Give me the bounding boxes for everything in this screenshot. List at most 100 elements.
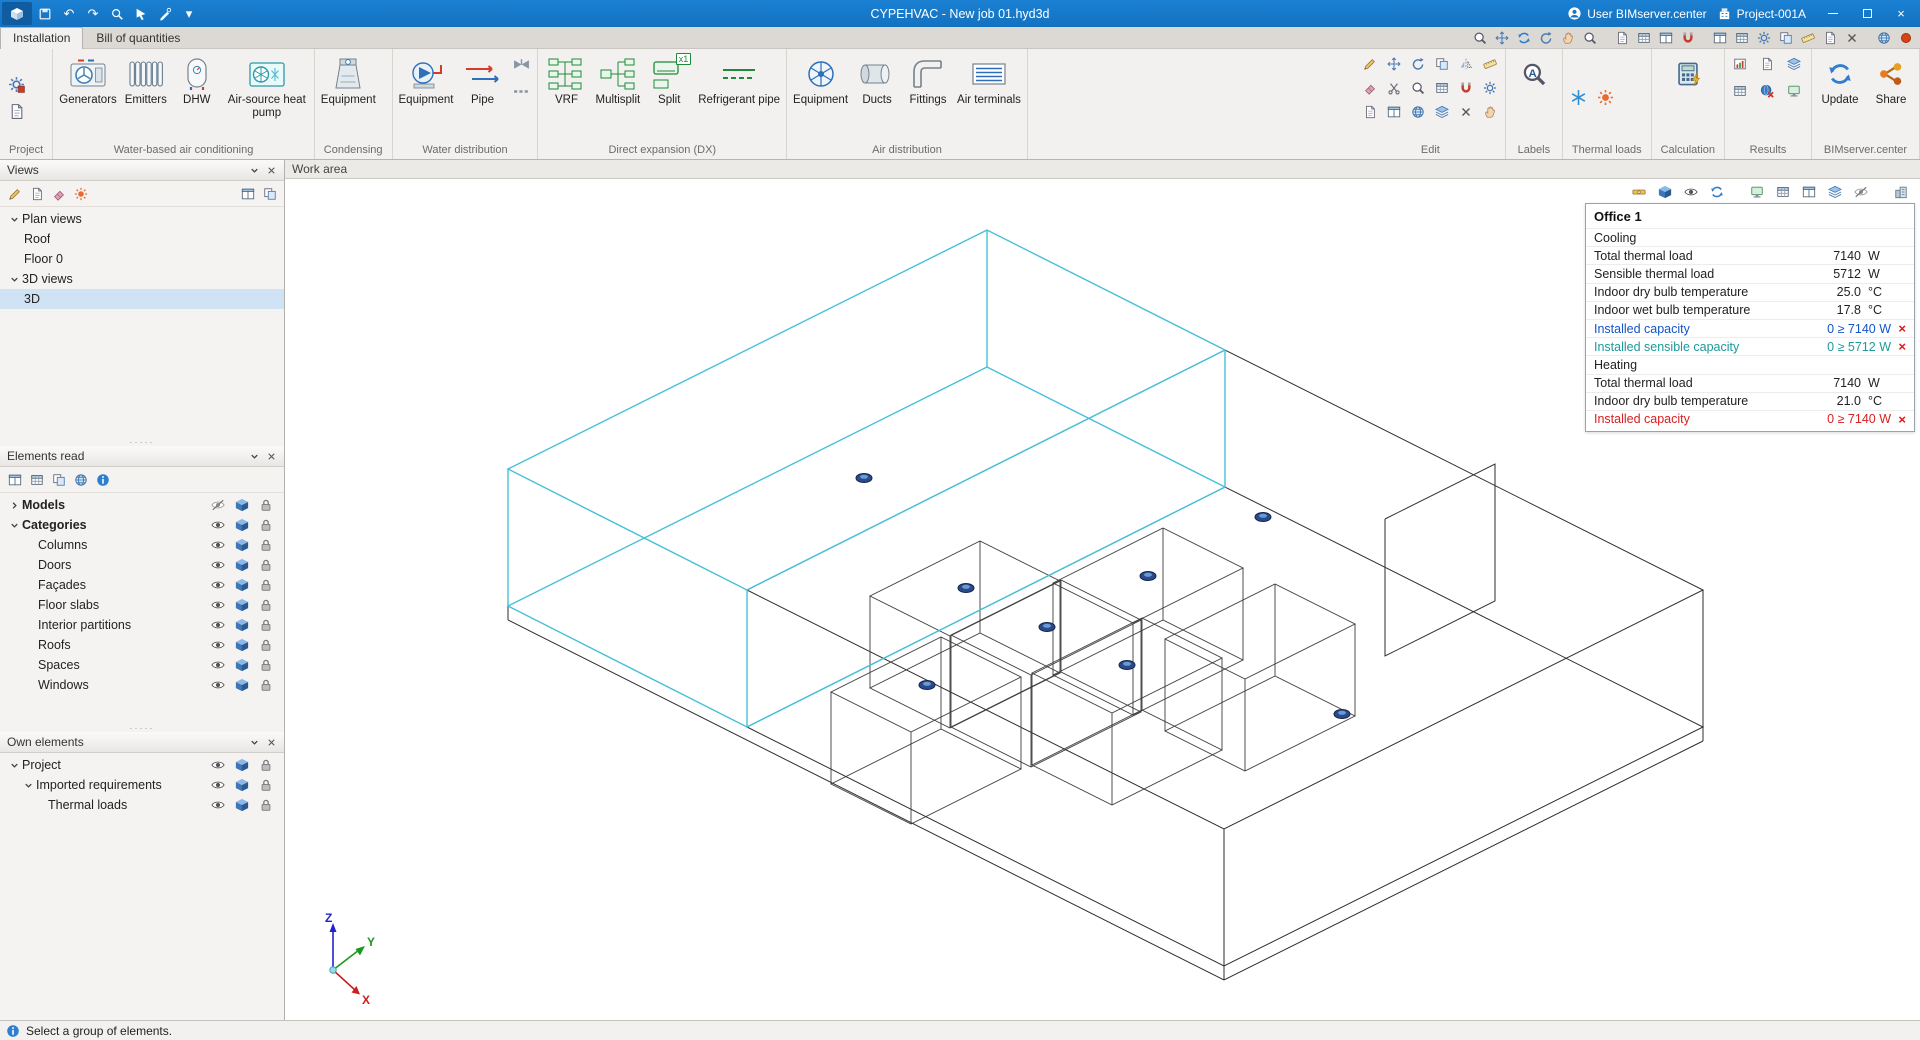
3d-toggle[interactable]: [234, 637, 250, 653]
tree-item-categories[interactable]: Categories: [0, 515, 284, 535]
selection-table-icon[interactable]: [48, 469, 69, 490]
quick-access-caret-icon[interactable]: ▾: [178, 3, 200, 25]
labels-button[interactable]: A: [1509, 52, 1559, 96]
chevron-right-icon[interactable]: [6, 497, 22, 513]
reference-icon[interactable]: [1407, 100, 1430, 123]
element-info-icon[interactable]: [92, 469, 113, 490]
previous-zoom-icon[interactable]: [1536, 28, 1556, 47]
symmetry-icon[interactable]: [1455, 52, 1478, 75]
tree-item-floor-slabs[interactable]: Floor slabs: [0, 595, 284, 615]
grid-settings-icon[interactable]: [1732, 28, 1752, 47]
pipe-button[interactable]: Pipe: [457, 52, 507, 109]
zoom-edit-icon[interactable]: [1407, 76, 1430, 99]
tree-item-doors[interactable]: Doors: [0, 555, 284, 575]
group-icon[interactable]: [1431, 100, 1454, 123]
record-icon[interactable]: [1896, 28, 1916, 47]
pipe-insulation-icon[interactable]: [508, 79, 534, 103]
view-cube-icon[interactable]: [1654, 182, 1676, 202]
split-element-icon[interactable]: [1383, 100, 1406, 123]
valve-icon[interactable]: [508, 52, 534, 76]
visibility-toggle[interactable]: [210, 657, 226, 673]
measure-edit-icon[interactable]: [1479, 52, 1502, 75]
copy-icon[interactable]: [1431, 52, 1454, 75]
pointer-tool-icon[interactable]: [130, 3, 152, 25]
assign-icon[interactable]: [1359, 100, 1382, 123]
3d-toggle[interactable]: [234, 517, 250, 533]
views-collapse-icon[interactable]: [246, 162, 263, 179]
redo-icon[interactable]: ↷: [82, 3, 104, 25]
panel-splitter[interactable]: ·····: [0, 724, 284, 733]
visibility-toggle[interactable]: [210, 677, 226, 693]
move-icon[interactable]: [1383, 52, 1406, 75]
comments-icon[interactable]: [1820, 28, 1840, 47]
views-close-icon[interactable]: [263, 162, 280, 179]
visibility-toggle[interactable]: [210, 637, 226, 653]
layers-icon[interactable]: [1824, 182, 1846, 202]
tree-item-3d-views[interactable]: 3D views: [0, 269, 284, 289]
air-terminals-button[interactable]: Air terminals: [954, 52, 1024, 109]
link-columns-icon[interactable]: [4, 469, 25, 490]
3d-toggle[interactable]: [234, 577, 250, 593]
own-close-icon[interactable]: [263, 734, 280, 751]
results-monitor-icon[interactable]: [1782, 79, 1805, 102]
lock-toggle[interactable]: [258, 617, 274, 633]
close-button[interactable]: ×: [1884, 1, 1918, 26]
elements-close-icon[interactable]: [263, 448, 280, 465]
heating-installed-capacity-row[interactable]: Installed capacity 0 ≥ 7140 W ×: [1586, 409, 1914, 428]
lock-toggle[interactable]: [258, 657, 274, 673]
refresh-view-icon[interactable]: [1514, 28, 1534, 47]
undo-icon[interactable]: ↶: [58, 3, 80, 25]
3d-toggle[interactable]: [234, 657, 250, 673]
draw-icon[interactable]: [1359, 52, 1382, 75]
lock-toggle[interactable]: [258, 517, 274, 533]
visibility-toggle[interactable]: [210, 797, 226, 813]
thermal-load-markers[interactable]: [855, 473, 1351, 719]
tree-item-columns[interactable]: Columns: [0, 535, 284, 555]
print-icon[interactable]: [1612, 28, 1632, 47]
water-equipment-button[interactable]: Equipment: [396, 52, 457, 109]
edit-settings-icon[interactable]: [154, 3, 176, 25]
report-icon[interactable]: [1656, 28, 1676, 47]
emitters-button[interactable]: Emitters: [121, 52, 171, 109]
search-icon[interactable]: [106, 3, 128, 25]
hide-elements-icon[interactable]: [1850, 182, 1872, 202]
3d-toggle[interactable]: [234, 617, 250, 633]
installed-capacity-row[interactable]: Installed capacity 0 ≥ 7140 W ×: [1586, 318, 1914, 337]
panel-splitter[interactable]: ·····: [0, 438, 284, 447]
visibility-toggle[interactable]: [210, 577, 226, 593]
tree-item-models[interactable]: Models: [0, 495, 284, 515]
measure-icon[interactable]: [1798, 28, 1818, 47]
trim-icon[interactable]: [1383, 76, 1406, 99]
calculate-button[interactable]: [1663, 52, 1713, 96]
vrf-button[interactable]: VRF: [541, 52, 591, 109]
snap-icon[interactable]: [1455, 76, 1478, 99]
building-model-icon[interactable]: [1890, 182, 1912, 202]
plumb-level-icon[interactable]: [1628, 182, 1650, 202]
share-button[interactable]: Share: [1866, 52, 1916, 109]
visibility-options-icon[interactable]: [1680, 182, 1702, 202]
tree-item-project[interactable]: Project: [0, 755, 284, 775]
bim-globe-icon[interactable]: [1874, 28, 1894, 47]
tree-item-floor-0[interactable]: Floor 0: [0, 249, 284, 269]
save-icon[interactable]: [34, 3, 56, 25]
tree-item-interior-partitions[interactable]: Interior partitions: [0, 615, 284, 635]
multisplit-button[interactable]: Multisplit: [592, 52, 643, 109]
edit-view-icon[interactable]: [4, 183, 25, 204]
ungroup-icon[interactable]: [1455, 100, 1478, 123]
update-button[interactable]: Update: [1815, 52, 1865, 109]
visibility-toggle[interactable]: [210, 517, 226, 533]
bimserver-user-chip[interactable]: User BIMserver.center: [1567, 6, 1707, 21]
minimize-button[interactable]: [1816, 1, 1850, 26]
own-collapse-icon[interactable]: [246, 734, 263, 751]
tree-item-thermal-loads[interactable]: Thermal loads: [0, 795, 284, 815]
magnifier-icon[interactable]: [1580, 28, 1600, 47]
dhw-button[interactable]: DHW: [172, 52, 222, 109]
visibility-toggle[interactable]: [210, 617, 226, 633]
app-logo-icon[interactable]: [2, 2, 32, 25]
tree-item-3d[interactable]: 3D: [0, 289, 284, 309]
3d-toggle[interactable]: [234, 677, 250, 693]
3d-toggle[interactable]: [234, 557, 250, 573]
visibility-toggle[interactable]: [210, 757, 226, 773]
close-tool-icon[interactable]: [1842, 28, 1862, 47]
tile-windows-icon[interactable]: [237, 183, 258, 204]
